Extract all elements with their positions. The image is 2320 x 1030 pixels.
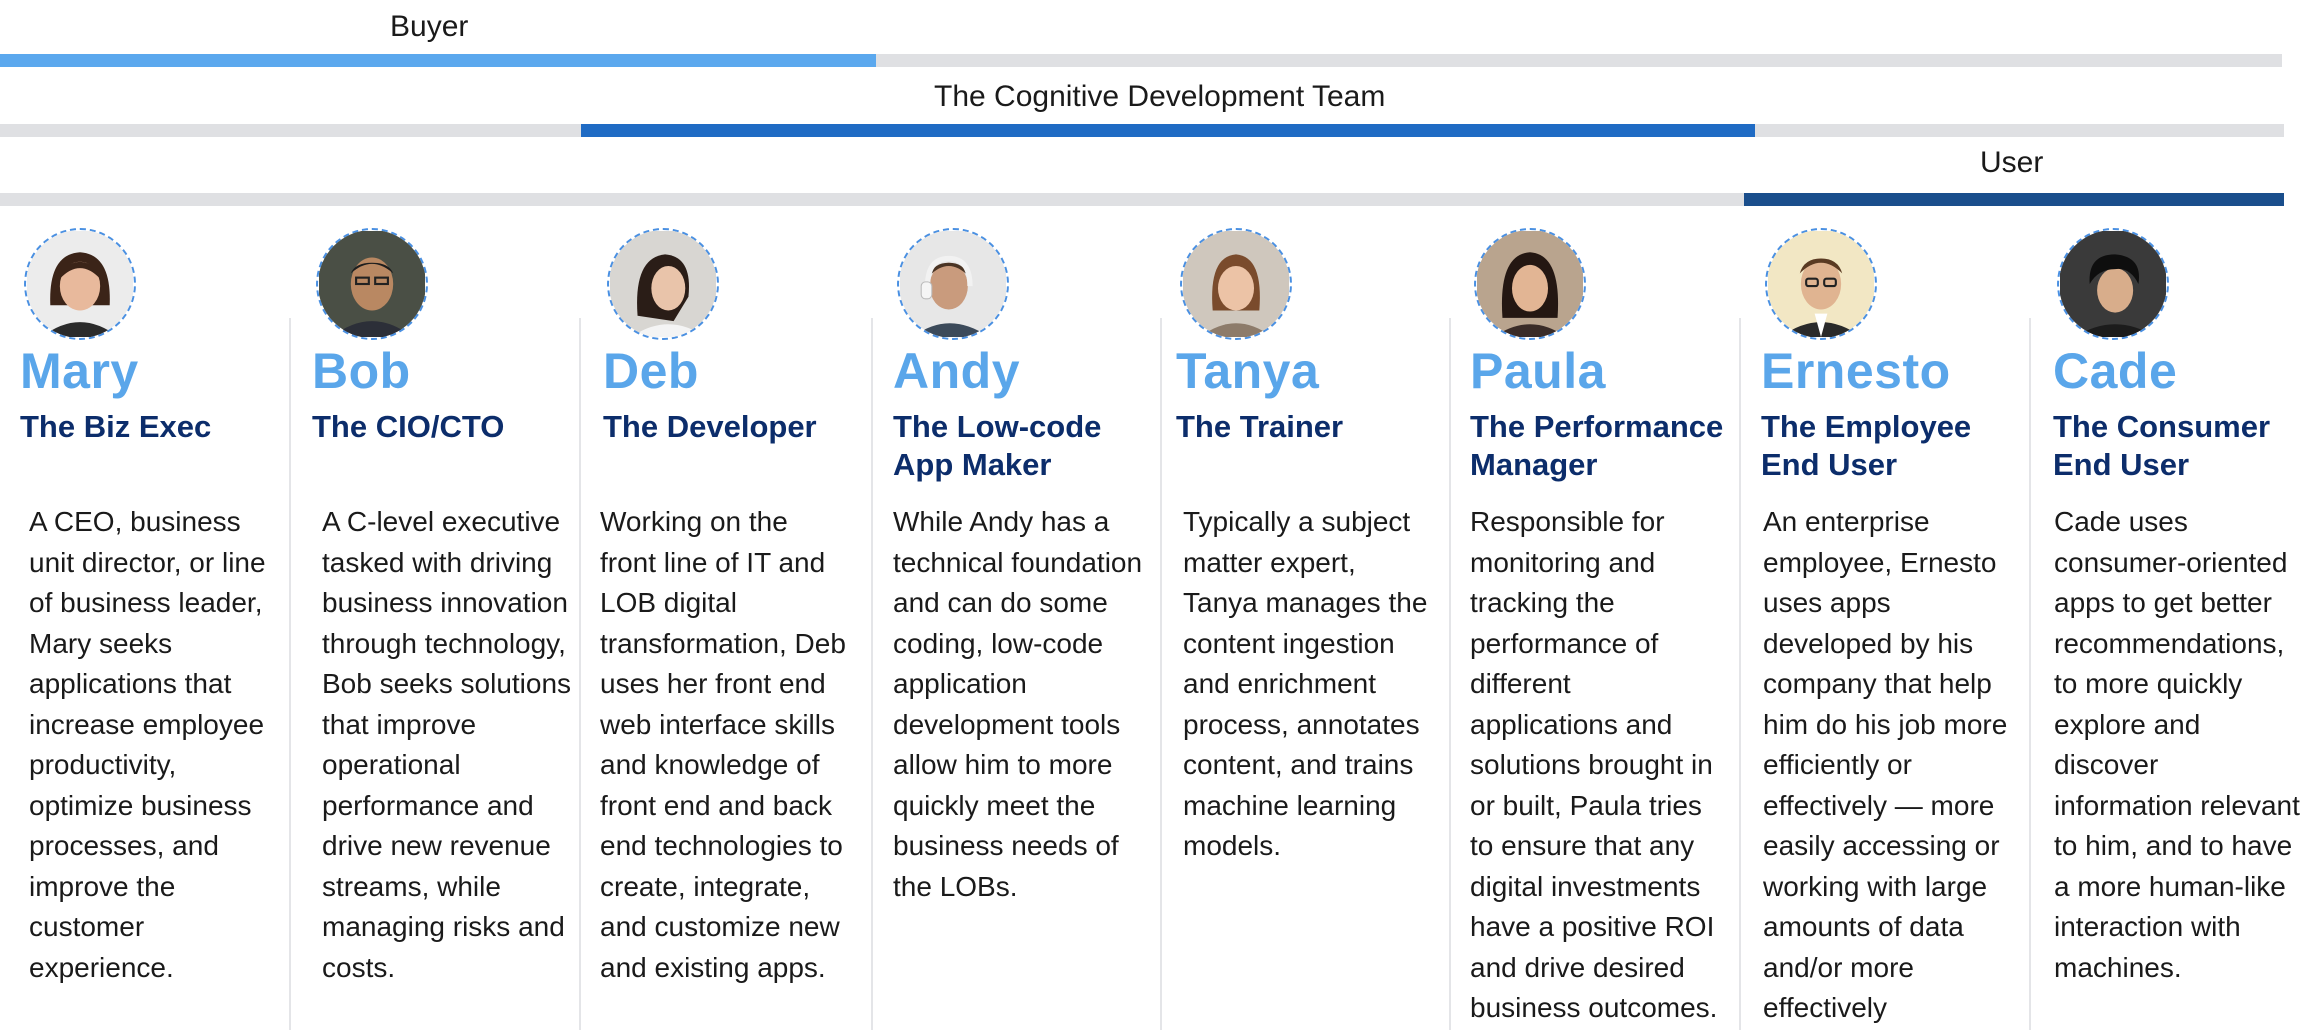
persona-description: Responsible for monitoring and tracking …	[1470, 506, 1718, 1023]
persona-role: The Low-code App Maker	[893, 409, 1102, 482]
paula-avatar	[1474, 228, 1586, 340]
persona-name: Tanya	[1176, 343, 1320, 399]
persona-role: The Performance Manager	[1470, 409, 1724, 482]
mary-avatar	[24, 228, 136, 340]
persona-card-tanya: Tanya The Trainer	[1176, 228, 1446, 446]
persona-name: Deb	[603, 343, 699, 399]
tanya-avatar	[1180, 228, 1292, 340]
persona-name: Cade	[2053, 343, 2178, 399]
buyer-band-bar	[0, 54, 876, 67]
persona-description: A C-level executive tasked with driving …	[322, 506, 572, 983]
column-divider	[1449, 318, 1451, 1030]
persona-card-paula: Paula The Performance Manager	[1470, 228, 1740, 484]
persona-name: Andy	[893, 343, 1020, 399]
persona-description: A CEO, business unit director, or line o…	[29, 506, 266, 983]
persona-description: Cade uses consumer-oriented apps to get …	[2054, 506, 2300, 983]
andy-avatar	[897, 228, 1009, 340]
persona-role: The Developer	[603, 409, 817, 444]
persona-card-bob: Bob The CIO/CTO	[312, 228, 582, 446]
user-band-label: User	[1980, 146, 2044, 179]
bob-avatar	[316, 228, 428, 340]
cade-avatar	[2057, 228, 2169, 340]
persona-card-cade: Cade The Consumer End User	[2053, 228, 2320, 484]
persona-card-mary: Mary The Biz Exec	[20, 228, 290, 446]
team-band-bar	[581, 124, 1755, 137]
persona-name: Paula	[1470, 343, 1606, 399]
persona-role: The Biz Exec	[20, 409, 212, 444]
persona-description: Working on the front line of IT and LOB …	[600, 506, 846, 983]
persona-role: The Consumer End User	[2053, 409, 2271, 482]
persona-card-deb: Deb The Developer	[603, 228, 873, 446]
persona-role: The Employee End User	[1761, 409, 1972, 482]
persona-description: While Andy has a technical foundation an…	[893, 506, 1143, 902]
persona-name: Mary	[20, 343, 139, 399]
team-band-label: The Cognitive Development Team	[934, 80, 1386, 113]
deb-avatar	[607, 228, 719, 340]
persona-role: The Trainer	[1176, 409, 1344, 444]
user-band-bar	[1744, 193, 2284, 206]
ernesto-avatar	[1765, 228, 1877, 340]
persona-description: An enterprise employee, Ernesto uses app…	[1763, 506, 2008, 1023]
persona-card-ernesto: Ernesto The Employee End User	[1761, 228, 2031, 484]
buyer-band-label: Buyer	[390, 10, 469, 43]
persona-description: Typically a subject matter expert, Tanya…	[1183, 506, 1428, 861]
persona-card-andy: Andy The Low-code App Maker	[893, 228, 1163, 484]
persona-role: The CIO/CTO	[312, 409, 505, 444]
persona-name: Bob	[312, 343, 411, 399]
persona-name: Ernesto	[1761, 343, 1951, 399]
